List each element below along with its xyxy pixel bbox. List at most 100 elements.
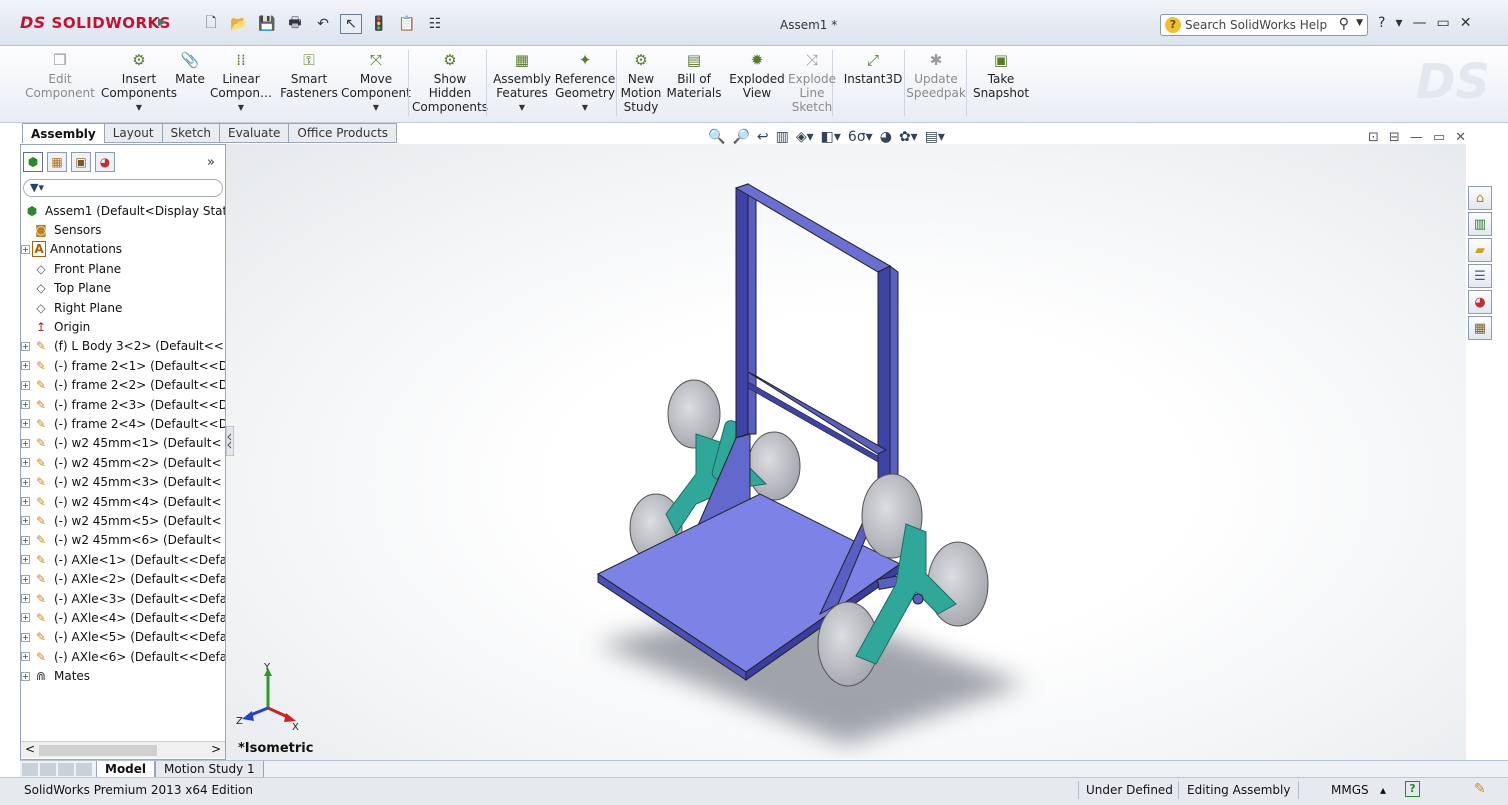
tree-item[interactable]: + ✎ (-) w2 45mm<1> (Default< — [21, 434, 225, 453]
expand-icon[interactable]: + — [21, 574, 30, 584]
tree-item[interactable]: + ✎ (-) frame 2<4> (Default<<D — [21, 414, 225, 433]
expand-icon[interactable]: + — [21, 477, 30, 487]
tree-item[interactable]: + ✎ (-) w2 45mm<4> (Default< — [21, 492, 225, 511]
last-tab-icon[interactable] — [76, 762, 92, 776]
tree-item[interactable]: + ✎ (-) AXle<1> (Default<<Defa — [21, 550, 225, 569]
custom-properties-icon[interactable]: ▦ — [1468, 316, 1492, 340]
tree-item[interactable]: + ✎ (-) AXle<5> (Default<<Defa — [21, 628, 225, 647]
menu-expand-arrow-icon[interactable]: ▶ — [158, 15, 168, 31]
tree-item[interactable]: + ✎ (-) AXle<6> (Default<<Defa — [21, 647, 225, 666]
first-tab-icon[interactable] — [22, 762, 38, 776]
graphics-area[interactable]: Y X Z *Isometric — [226, 144, 1466, 760]
configuration-manager-tab-icon[interactable]: ▣ — [71, 152, 91, 172]
rebuild-icon[interactable]: 🚦 — [368, 14, 390, 34]
smart-fasteners-command[interactable]: ⚿ Smart Fasteners — [280, 50, 338, 101]
tree-item[interactable]: + ✎ (-) frame 2<3> (Default<<D — [21, 395, 225, 414]
zoom-to-fit-icon[interactable]: 🔍 — [708, 129, 725, 145]
appearances-icon[interactable]: ◕ — [1468, 290, 1492, 314]
expand-icon[interactable]: + — [21, 497, 30, 507]
command-dropdown-icon[interactable]: ▼ — [519, 101, 525, 115]
edit-component-command[interactable]: ❒ Edit Component — [25, 50, 95, 101]
tab-layout[interactable]: Layout — [104, 123, 163, 143]
tree-item[interactable]: + ✎ (-) AXle<3> (Default<<Defa — [21, 589, 225, 608]
design-library-icon[interactable]: ▥ — [1468, 212, 1492, 236]
feature-manager-tab-icon[interactable]: ⬢ — [23, 152, 43, 172]
open-document-icon[interactable]: 📂 — [228, 14, 250, 34]
undo-icon[interactable]: ↶ — [312, 14, 334, 34]
panel-splitter-handle[interactable] — [226, 426, 234, 456]
command-dropdown-icon[interactable]: ▼ — [136, 101, 142, 115]
tree-item[interactable]: ⬢ Assem1 (Default<Display State — [21, 201, 225, 220]
tree-item[interactable]: + ✎ (-) AXle<2> (Default<<Defa — [21, 569, 225, 588]
restore-icon[interactable]: ▭ — [1436, 15, 1449, 31]
help-icon[interactable]: ? — [1378, 15, 1385, 31]
tree-item[interactable]: ◇ Front Plane — [21, 259, 225, 278]
command-dropdown-icon[interactable]: ▼ — [373, 101, 379, 115]
mate-command[interactable]: 📎 Mate — [174, 50, 206, 87]
expand-icon[interactable]: + — [21, 419, 30, 429]
tree-item[interactable]: ◇ Top Plane — [21, 279, 225, 298]
unit-system-selector[interactable]: MMGS — [1331, 783, 1369, 797]
expand-icon[interactable]: + — [21, 535, 30, 545]
scrollbar-thumb[interactable] — [39, 745, 157, 756]
reference-geometry-command[interactable]: ✦ Reference Geometry ▼ — [555, 50, 615, 115]
expand-icon[interactable]: + — [21, 341, 30, 351]
quick-tips-help-button[interactable]: ? — [1405, 781, 1420, 797]
new-document-icon[interactable]: 🗋 — [200, 14, 222, 34]
scroll-left-icon[interactable]: < — [25, 742, 35, 756]
viewport-minimize-icon[interactable]: — — [1410, 130, 1423, 145]
viewport-close-icon[interactable]: ✕ — [1455, 130, 1466, 145]
tab-evaluate[interactable]: Evaluate — [219, 123, 290, 143]
insert-components-command[interactable]: ⚙ Insert Components ▼ — [101, 50, 177, 115]
instant3d-command[interactable]: ⤢ Instant3D — [844, 50, 903, 87]
hide-show-items-icon[interactable]: 6σ▾ — [848, 129, 873, 145]
help-search-input[interactable]: ? Search SolidWorks Help ⚲ ▼ — [1160, 14, 1368, 36]
expand-icon[interactable]: + — [21, 516, 30, 526]
close-icon[interactable]: ✕ — [1460, 15, 1472, 31]
view-settings-icon[interactable]: ▤▾ — [925, 129, 945, 145]
rebuild-status-icon[interactable]: ✎ — [1474, 781, 1486, 797]
speedpak-command[interactable]: ✱ Update Speedpak — [906, 50, 966, 101]
minimize-icon[interactable]: — — [1412, 15, 1426, 31]
bom-command[interactable]: ▤ Bill of Materials — [667, 50, 722, 101]
options-icon[interactable]: ☷ — [424, 14, 446, 34]
solidworks-resources-icon[interactable]: ⌂ — [1468, 186, 1492, 210]
expand-icon[interactable]: + — [21, 438, 30, 448]
expand-icon[interactable]: + — [21, 652, 30, 662]
expand-icon[interactable]: + — [21, 594, 30, 603]
viewport-restore-icon[interactable]: ▭ — [1433, 130, 1445, 145]
expand-icon[interactable]: + — [21, 613, 30, 623]
tree-item[interactable]: + ✎ (-) w2 45mm<3> (Default< — [21, 472, 225, 491]
viewport-tile-icon[interactable]: ⊡ — [1368, 130, 1379, 145]
tree-item[interactable]: + ⋒ Mates — [21, 666, 225, 685]
linear-pattern-command[interactable]: ⁞⁞ Linear Compon… ▼ — [210, 50, 272, 115]
expand-icon[interactable]: + — [21, 632, 30, 642]
search-dropdown-icon[interactable]: ▼ — [1356, 18, 1363, 28]
hand-truck-model[interactable] — [226, 144, 1466, 760]
search-icon[interactable]: ⚲ — [1339, 16, 1349, 32]
file-explorer-icon[interactable]: ▰ — [1468, 238, 1492, 262]
view-orientation-icon[interactable]: ◈▾ — [796, 129, 814, 145]
file-properties-icon[interactable]: 📋 — [396, 14, 418, 34]
next-tab-icon[interactable] — [58, 762, 74, 776]
select-pointer-icon[interactable]: ↖ — [340, 14, 362, 34]
expand-icon[interactable]: + — [21, 555, 30, 565]
tree-item[interactable]: ◇ Right Plane — [21, 298, 225, 317]
property-manager-tab-icon[interactable]: ▦ — [47, 152, 67, 172]
tree-item[interactable]: + ✎ (-) frame 2<1> (Default<<D — [21, 356, 225, 375]
tree-horizontal-scrollbar[interactable]: < > — [21, 741, 225, 758]
tree-item[interactable]: + ✎ (-) w2 45mm<5> (Default< — [21, 511, 225, 530]
move-component-command[interactable]: ⤧ Move Component ▼ — [341, 50, 411, 115]
apply-scene-icon[interactable]: ✿▾ — [899, 129, 918, 145]
zoom-to-area-icon[interactable]: 🔎 — [732, 129, 749, 145]
expand-icon[interactable]: + — [21, 380, 30, 390]
motion-study-command[interactable]: ⚙ New Motion Study — [621, 50, 662, 115]
snapshot-command[interactable]: ▣ Take Snapshot — [973, 50, 1029, 101]
command-dropdown-icon[interactable]: ▼ — [238, 101, 244, 115]
tree-item[interactable]: + ✎ (-) AXle<4> (Default<<Defa — [21, 608, 225, 627]
expand-icon[interactable]: + — [21, 361, 30, 371]
print-icon[interactable]: 🖶 — [284, 14, 306, 34]
solidworks-logo[interactable]: DS SOLIDWORKS — [20, 13, 171, 32]
units-menu-arrow-icon[interactable]: ▴ — [1380, 783, 1386, 797]
command-dropdown-icon[interactable]: ▼ — [582, 101, 588, 115]
